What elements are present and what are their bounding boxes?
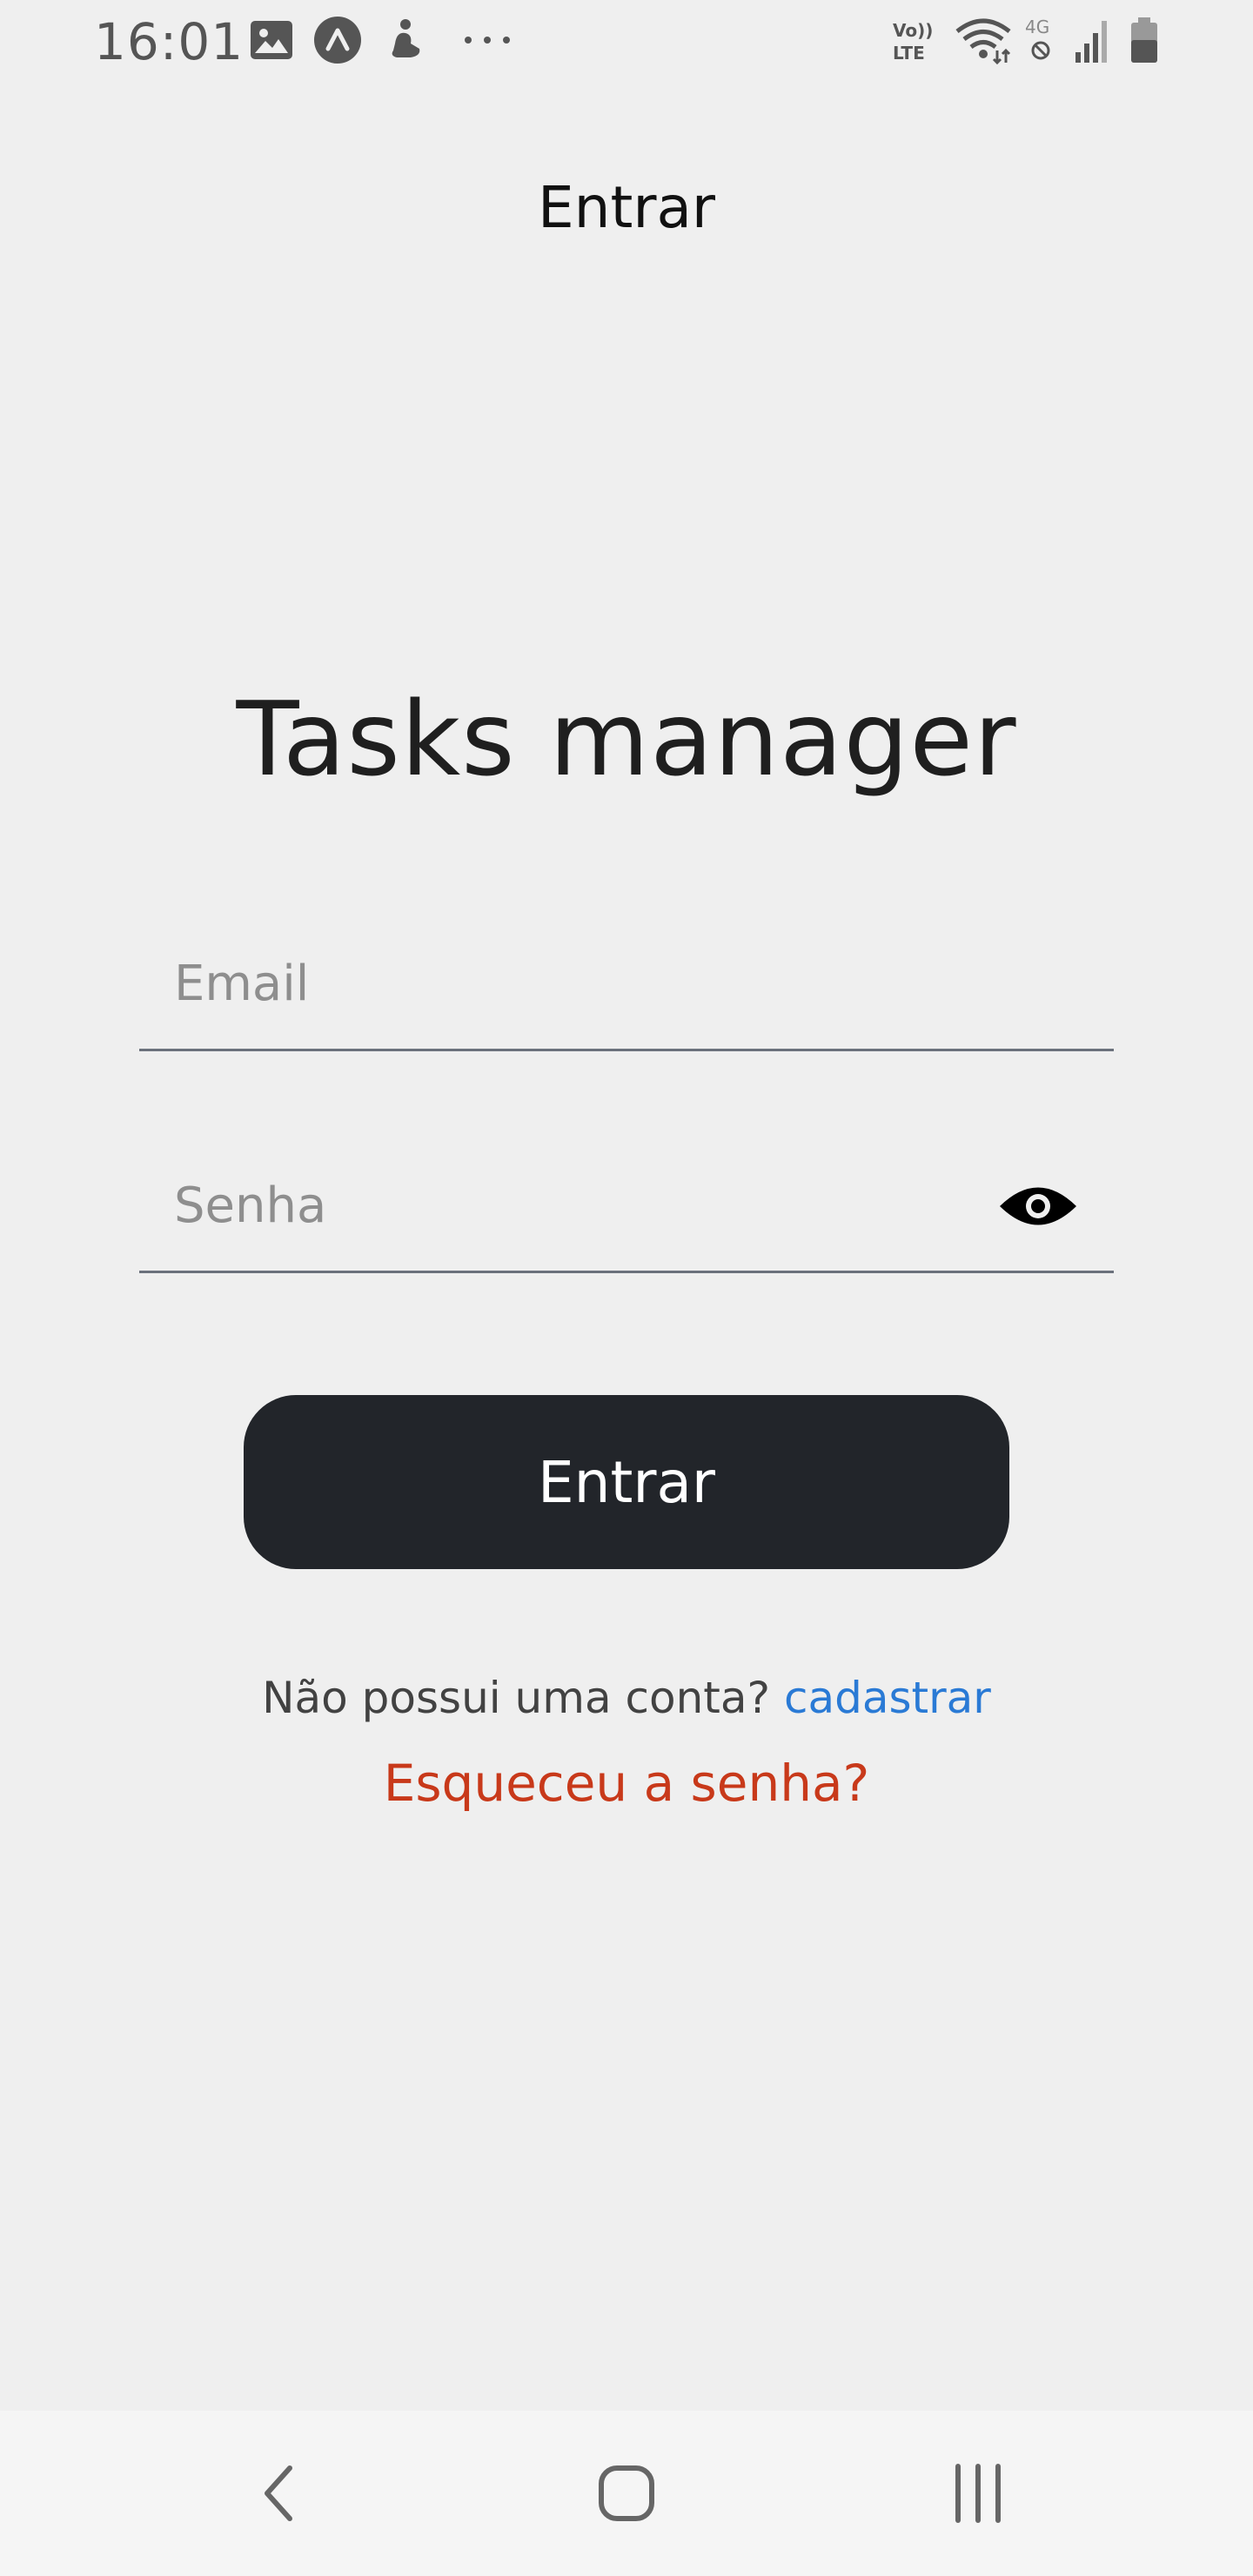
volte-top-label: Vo)) xyxy=(893,20,933,41)
figure-icon xyxy=(381,16,430,64)
back-button[interactable] xyxy=(235,2450,322,2537)
status-bar: 16:01 Vo)) LTE 4G xyxy=(0,0,1253,87)
4g-icon: 4G xyxy=(1023,16,1060,64)
forgot-password-link[interactable]: Esqueceu a senha? xyxy=(0,1754,1253,1813)
navigation-bar xyxy=(0,2411,1253,2576)
back-icon xyxy=(265,2465,292,2521)
password-field-container xyxy=(139,1140,1114,1273)
signup-prompt: Não possui uma conta? xyxy=(262,1673,771,1723)
app-title: Tasks manager xyxy=(236,679,1017,799)
app-a-icon xyxy=(313,16,362,64)
signup-row: Não possui uma conta? cadastrar xyxy=(0,1673,1253,1723)
status-time: 16:01 xyxy=(94,12,245,71)
recents-button[interactable] xyxy=(935,2450,1022,2537)
recents-icon xyxy=(955,2464,1001,2523)
show-password-toggle[interactable] xyxy=(997,1175,1079,1238)
email-input[interactable] xyxy=(174,918,957,1049)
home-button[interactable] xyxy=(583,2450,670,2537)
login-button[interactable]: Entrar xyxy=(244,1395,1009,1569)
volte-icon: Vo)) LTE xyxy=(891,16,940,64)
signal-icon xyxy=(1074,16,1112,64)
image-icon xyxy=(247,16,296,64)
net-label: 4G xyxy=(1025,17,1049,37)
email-field-container xyxy=(139,918,1114,1051)
password-input[interactable] xyxy=(174,1140,957,1271)
eye-icon xyxy=(1000,1187,1076,1225)
battery-icon xyxy=(1128,16,1163,64)
wifi-icon xyxy=(954,16,1013,64)
app-header: Entrar xyxy=(0,174,1253,241)
signup-link[interactable]: cadastrar xyxy=(784,1673,991,1723)
volte-bottom-label: LTE xyxy=(893,43,925,64)
more-dots-icon xyxy=(463,16,512,64)
home-icon xyxy=(599,2465,654,2521)
header-title: Entrar xyxy=(537,174,716,241)
